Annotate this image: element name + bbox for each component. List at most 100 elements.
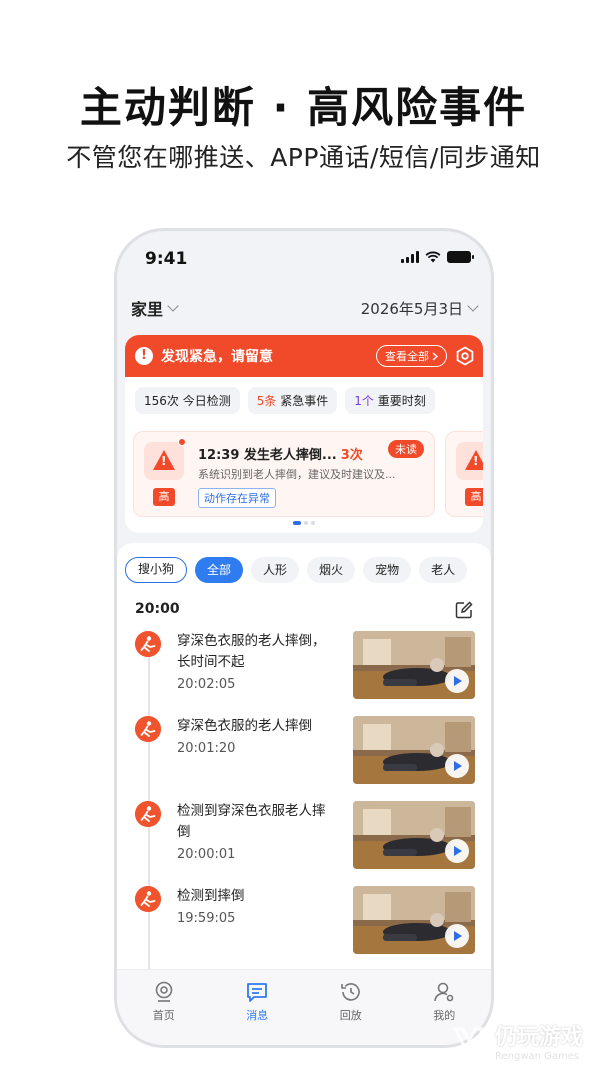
video-thumbnail[interactable] bbox=[353, 801, 475, 869]
event-title: 穿深色衣服的老人摔倒 bbox=[177, 718, 312, 734]
wifi-icon bbox=[425, 251, 441, 263]
pager-dot bbox=[311, 521, 315, 525]
date-label: 2026年5月3日 bbox=[360, 299, 463, 318]
warning-icon-box bbox=[456, 442, 483, 480]
timeline-item[interactable]: 穿深色衣服的老人摔倒 20:01:20 bbox=[135, 716, 475, 784]
view-all-label: 查看全部 bbox=[385, 350, 429, 363]
important-label: 重要时刻 bbox=[377, 394, 426, 408]
event-card-next[interactable]: 高 bbox=[445, 431, 483, 517]
stat-urgent[interactable]: 5条 紧急事件 bbox=[247, 387, 338, 414]
battery-icon bbox=[447, 251, 474, 263]
stat-important[interactable]: 1个 重要时刻 bbox=[345, 387, 435, 414]
event-card[interactable]: 高 12:39 发生老人摔倒...3次 未读 系统识别到老人摔倒，建议及时建议及… bbox=[133, 431, 435, 517]
watermark-subtext: Rengwan Games bbox=[494, 1051, 580, 1062]
date-selector[interactable]: 2026年5月3日 bbox=[360, 298, 479, 319]
filter-chips: 搜小狗 全部 人形 烟火 宠物 老人 bbox=[117, 543, 491, 583]
home-camera-icon bbox=[155, 981, 173, 1002]
event-title: 检测到摔倒 bbox=[177, 888, 245, 904]
event-carousel[interactable]: 高 12:39 发生老人摔倒...3次 未读 系统识别到老人摔倒，建议及时建议及… bbox=[133, 431, 483, 519]
tab-playback[interactable]: 回放 bbox=[321, 980, 381, 1045]
video-thumbnail[interactable] bbox=[353, 631, 475, 699]
user-icon bbox=[434, 982, 454, 1002]
play-icon[interactable] bbox=[445, 924, 469, 948]
tab-playback-label: 回放 bbox=[339, 1009, 362, 1022]
fall-person-icon bbox=[135, 886, 161, 912]
status-icons bbox=[401, 251, 474, 263]
tab-home-label: 首页 bbox=[152, 1009, 175, 1022]
event-title: 穿深色衣服的老人摔倒，长时间不起 bbox=[177, 633, 326, 670]
risk-level-badge: 高 bbox=[465, 488, 483, 506]
unread-dot bbox=[178, 438, 186, 446]
event-title: 检测到穿深色衣服老人摔倒 bbox=[177, 803, 326, 840]
phone-frame: 9:41 家里 2026年5月3日 ! 发现紧急，请留意 查看全部 156次 今… bbox=[114, 228, 494, 1048]
app-screen: 9:41 家里 2026年5月3日 ! 发现紧急，请留意 查看全部 156次 今… bbox=[117, 231, 491, 1045]
location-label: 家里 bbox=[131, 300, 164, 319]
warning-icon-box bbox=[144, 442, 184, 480]
fall-person-icon bbox=[135, 801, 161, 827]
play-icon[interactable] bbox=[445, 839, 469, 863]
watermark-text: 仍玩游戏 bbox=[494, 1025, 583, 1050]
message-icon bbox=[247, 983, 268, 1002]
tab-home[interactable]: 首页 bbox=[134, 980, 194, 1045]
location-selector[interactable]: 家里 bbox=[131, 296, 179, 320]
filter-chip[interactable]: 老人 bbox=[419, 557, 468, 583]
tab-messages[interactable]: 消息 bbox=[227, 980, 287, 1045]
pager-dot bbox=[304, 521, 308, 525]
group-time: 20:00 bbox=[135, 601, 180, 617]
chevron-right-icon bbox=[432, 352, 438, 360]
tab-messages-label: 消息 bbox=[246, 1009, 269, 1022]
fall-person-icon bbox=[135, 716, 161, 742]
chevron-down-icon bbox=[167, 300, 179, 312]
urgent-count: 5条 bbox=[256, 394, 277, 408]
alert-header: ! 发现紧急，请留意 查看全部 bbox=[125, 335, 483, 377]
watermark: 仍玩游戏 Rengwan Games bbox=[449, 1019, 583, 1062]
warning-icon bbox=[465, 450, 483, 470]
event-time: 20:02:05 bbox=[177, 677, 236, 692]
alert-card: ! 发现紧急，请留意 查看全部 156次 今日检测 5条 紧急事件 1个 重要时… bbox=[125, 335, 483, 533]
tab-bar: 首页 消息 回放 我的 bbox=[117, 969, 491, 1045]
timeline-item[interactable]: 穿深色衣服的老人摔倒，长时间不起 20:02:05 bbox=[135, 631, 475, 699]
filter-chip[interactable]: 宠物 bbox=[363, 557, 412, 583]
search-chip[interactable]: 搜小狗 bbox=[125, 557, 188, 583]
filter-chip[interactable]: 全部 bbox=[195, 557, 244, 583]
timeline-item[interactable]: 检测到摔倒 19:59:05 bbox=[135, 886, 475, 954]
play-icon[interactable] bbox=[445, 754, 469, 778]
video-thumbnail[interactable] bbox=[353, 886, 475, 954]
event-time-title: 12:39 发生老人摔倒... bbox=[198, 448, 337, 463]
chevron-down-icon bbox=[467, 300, 479, 312]
message-panel: 搜小狗 全部 人形 烟火 宠物 老人 20:00 穿深色衣服的老人摔倒，长时间不起 20:0… bbox=[117, 543, 491, 973]
event-time: 19:59:05 bbox=[177, 911, 236, 926]
warning-icon bbox=[153, 450, 175, 470]
event-time: 20:00:01 bbox=[177, 847, 236, 862]
promo-subline: 不管您在哪推送、APP通话/短信/同步通知 bbox=[66, 143, 541, 172]
alert-icon: ! bbox=[135, 347, 153, 365]
promo-headline: 主动判断 · 高风险事件 bbox=[79, 83, 528, 132]
settings-icon[interactable] bbox=[455, 346, 475, 366]
filter-chip[interactable]: 人形 bbox=[251, 557, 300, 583]
event-description: 系统识别到老人摔倒，建议及时建议及... bbox=[198, 468, 396, 481]
stats-row: 156次 今日检测 5条 紧急事件 1个 重要时刻 bbox=[125, 377, 483, 414]
status-time: 9:41 bbox=[145, 249, 188, 269]
view-all-button[interactable]: 查看全部 bbox=[376, 345, 447, 367]
pager-dot bbox=[293, 521, 301, 525]
watermark-logo-icon bbox=[452, 1027, 486, 1058]
alert-title: 发现紧急，请留意 bbox=[161, 349, 273, 365]
stat-detections[interactable]: 156次 今日检测 bbox=[135, 387, 240, 414]
risk-level-badge: 高 bbox=[153, 488, 175, 506]
event-count: 3次 bbox=[340, 448, 363, 463]
event-time: 20:01:20 bbox=[177, 741, 236, 756]
filter-chip[interactable]: 烟火 bbox=[307, 557, 356, 583]
status-bar: 9:41 bbox=[117, 245, 491, 275]
timeline-item[interactable]: 检测到穿深色衣服老人摔倒 20:00:01 bbox=[135, 801, 475, 869]
play-icon[interactable] bbox=[445, 669, 469, 693]
event-title: 12:39 发生老人摔倒... 3次 bbox=[198, 444, 363, 463]
unread-badge: 未读 bbox=[388, 440, 424, 458]
edit-icon[interactable] bbox=[455, 601, 473, 619]
signal-icon bbox=[401, 251, 419, 263]
history-icon bbox=[340, 983, 360, 1001]
video-thumbnail[interactable] bbox=[353, 716, 475, 784]
carousel-pager bbox=[125, 521, 483, 525]
urgent-label: 紧急事件 bbox=[280, 394, 329, 408]
important-count: 1个 bbox=[354, 394, 374, 408]
header-row: 家里 2026年5月3日 bbox=[131, 295, 479, 321]
